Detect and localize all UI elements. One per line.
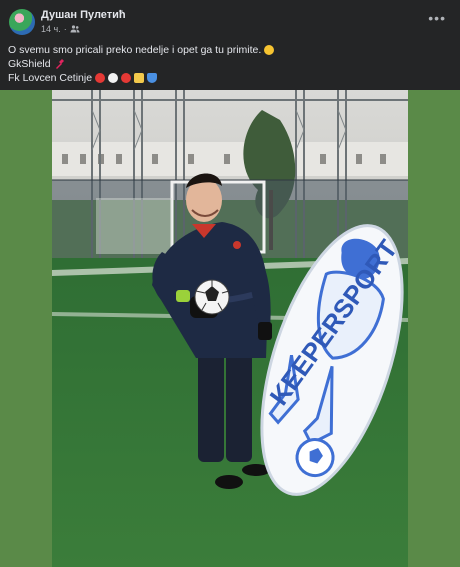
facebook-post: Душан Пулетић 14 ч. · ••• O svemu smo pr… bbox=[0, 0, 460, 567]
lock-icon bbox=[134, 73, 145, 83]
post-text-line-3-content: Fk Lovcen Cetinje bbox=[8, 72, 93, 84]
more-options-icon[interactable]: ••• bbox=[428, 10, 446, 26]
friends-icon bbox=[70, 25, 80, 33]
post-time[interactable]: 14 ч. bbox=[41, 24, 61, 34]
post-text-line-3: Fk Lovcen Cetinje bbox=[8, 71, 452, 85]
no-entry-icon bbox=[121, 73, 132, 83]
post-text-line-1-content: O svemu smo pricali preko nedelje i opet… bbox=[8, 44, 262, 56]
wink-emoji-icon bbox=[264, 45, 275, 55]
dot-separator: · bbox=[63, 24, 67, 34]
post-text-line-1: O svemu smo pricali preko nedelje i opet… bbox=[8, 43, 452, 57]
avatar[interactable] bbox=[9, 9, 35, 35]
red-circle-icon bbox=[95, 73, 106, 83]
post-header: Душан Пулетић 14 ч. · ••• bbox=[0, 0, 460, 40]
club-crest bbox=[233, 241, 241, 249]
glove-emoji-icon bbox=[55, 59, 64, 69]
white-circle-icon bbox=[108, 73, 119, 83]
author-name[interactable]: Душан Пулетић bbox=[41, 9, 126, 21]
photo-scene: KEEPERSPORT bbox=[52, 90, 408, 567]
post-meta: 14 ч. · bbox=[41, 24, 80, 34]
post-text-line-2-content: GkShield bbox=[8, 58, 51, 70]
post-photo[interactable]: KEEPERSPORT bbox=[0, 90, 460, 567]
post-text-line-2: GkShield bbox=[8, 57, 452, 71]
post-text: O svemu smo pricali preko nedelje i opet… bbox=[8, 43, 452, 85]
shield-badge-icon bbox=[147, 73, 158, 83]
goal-net bbox=[96, 198, 172, 254]
football bbox=[194, 279, 230, 315]
